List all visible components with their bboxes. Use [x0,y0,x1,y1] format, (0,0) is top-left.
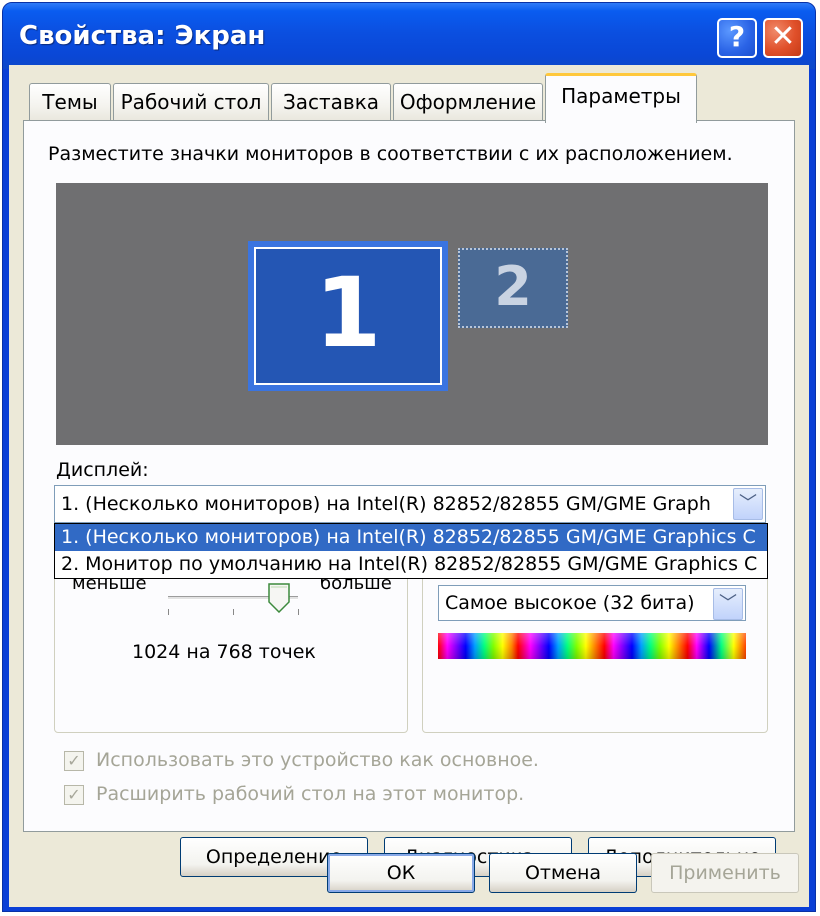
slider-tick [168,609,169,615]
tab-screensaver[interactable]: Заставка [271,83,391,121]
extend-desktop-label[interactable]: Расширить рабочий стол на этот монитор. [96,783,524,805]
monitor-arrangement-area[interactable]: 1 2 [56,183,768,445]
settings-tab-panel: Разместите значки мониторов в соответств… [23,120,795,877]
help-button[interactable]: ? [717,18,757,58]
extend-desktop-checkbox[interactable]: ✓ [64,785,84,805]
window-title: Свойства: Экран [19,21,266,51]
display-option-2[interactable]: 2. Монитор по умолчанию на Intel(R) 8285… [55,551,767,578]
primary-device-checkbox[interactable]: ✓ [64,751,84,771]
monitor-instruction: Разместите значки мониторов в соответств… [48,143,733,165]
primary-device-label[interactable]: Использовать это устройство как основное… [96,749,539,771]
display-label: Дисплей: [56,459,149,481]
cancel-button[interactable]: Отмена [489,853,637,893]
slider-tick [298,609,299,615]
display-dropdown-arrow-icon[interactable]: ﹀ [733,488,763,520]
title-bar[interactable]: Свойства: Экран ? ✕ [3,3,815,69]
apply-button[interactable]: Применить [651,853,799,893]
display-select[interactable]: 1. (Несколько мониторов) на Intel(R) 828… [54,485,766,523]
color-dropdown-arrow-icon[interactable]: ﹀ [713,588,743,620]
color-quality-value: Самое высокое (32 бита) [445,592,695,614]
display-dropdown-list[interactable]: 1. (Несколько мониторов) на Intel(R) 828… [54,523,768,579]
resolution-slider-thumb[interactable] [267,583,290,613]
close-button[interactable]: ✕ [763,18,803,58]
color-spectrum-bar [438,633,746,659]
ok-button[interactable]: ОК [327,853,475,893]
display-select-value: 1. (Несколько мониторов) на Intel(R) 828… [61,493,711,515]
tab-settings[interactable]: Параметры [545,73,697,123]
monitor-2-icon[interactable]: 2 [458,248,568,328]
display-properties-window: Свойства: Экран ? ✕ Темы Рабочий стол За… [2,2,816,912]
tab-themes[interactable]: Темы [29,83,111,121]
slider-tick [233,609,234,615]
color-quality-select[interactable]: Самое высокое (32 бита) ﹀ [438,585,746,621]
monitor-1-icon[interactable]: 1 [248,241,448,391]
resolution-value: 1024 на 768 точек [132,641,316,663]
dialog-body: Темы Рабочий стол Заставка Оформление Па… [9,65,809,907]
display-option-1[interactable]: 1. (Несколько мониторов) на Intel(R) 828… [55,524,767,551]
tab-appearance[interactable]: Оформление [393,83,543,121]
tab-desktop[interactable]: Рабочий стол [113,83,269,121]
